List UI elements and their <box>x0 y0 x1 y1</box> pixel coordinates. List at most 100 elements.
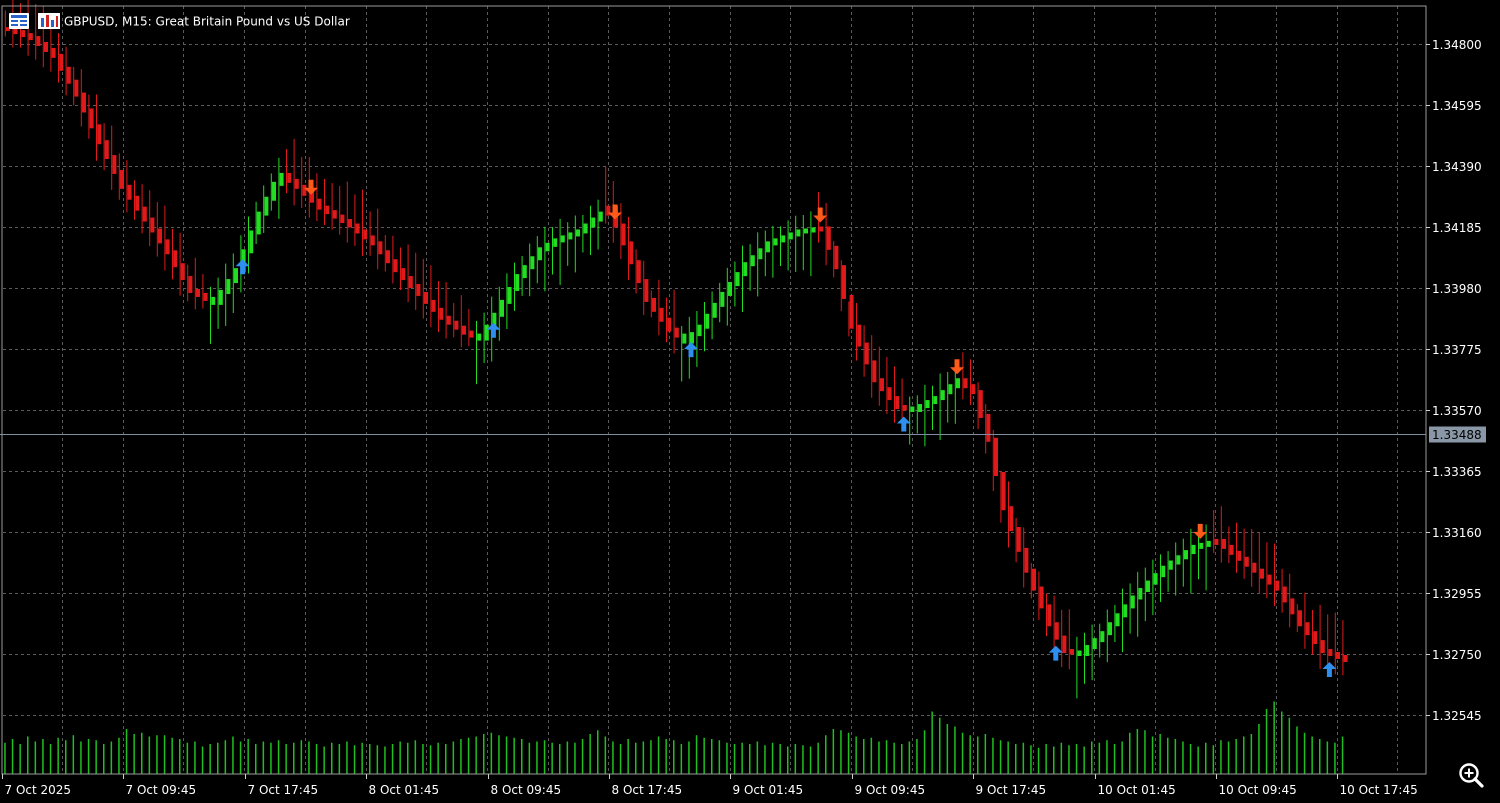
price-tick-label: 1.33980 <box>1432 282 1482 296</box>
trend-segment <box>804 228 808 234</box>
trend-segment <box>1039 586 1044 609</box>
trend-segment <box>629 241 634 265</box>
volume-bar <box>1281 711 1283 774</box>
volume-bar <box>1113 744 1116 774</box>
volume-bar <box>1159 734 1161 774</box>
volume-bar <box>1182 741 1184 774</box>
trend-segment <box>97 124 102 145</box>
trend-segment <box>750 255 755 267</box>
volume-bar <box>870 737 873 774</box>
trend-segment <box>1199 542 1204 549</box>
volume-bar <box>650 740 652 774</box>
volume-bar <box>893 742 895 774</box>
price-tick-label: 1.33775 <box>1432 343 1482 357</box>
price-tick-label: 1.33365 <box>1432 465 1482 479</box>
trend-segment <box>1237 550 1242 561</box>
trend-segment <box>811 227 816 233</box>
volume-bar <box>939 717 941 774</box>
volume-bar <box>1060 742 1063 774</box>
price-tick-label: 1.34390 <box>1432 160 1482 174</box>
volume-bar <box>133 734 135 774</box>
trend-segment <box>1001 471 1006 511</box>
current-price-tag: 1.33488 <box>1429 426 1486 443</box>
trend-segment <box>530 256 535 270</box>
trend-segment <box>735 272 740 287</box>
volume-bar <box>809 746 812 774</box>
volume-bar <box>741 742 743 774</box>
trend-segment <box>1305 622 1310 636</box>
volume-bar <box>787 746 789 774</box>
volume-bar <box>999 740 1002 774</box>
trend-segment <box>1070 649 1074 655</box>
volume-bar <box>885 740 888 774</box>
trend-segment <box>158 228 162 244</box>
volume-bar <box>969 735 971 774</box>
volume-bar <box>878 741 880 774</box>
volume-bar <box>467 737 470 774</box>
volume-bar <box>1334 742 1336 774</box>
trend-segment <box>1054 622 1059 640</box>
volume-bar <box>186 742 189 774</box>
volume-bar <box>72 735 75 774</box>
trend-segment <box>712 302 717 318</box>
volume-bar <box>156 735 158 774</box>
trend-segment <box>690 332 694 344</box>
volume-bar <box>1022 742 1025 774</box>
trend-segment <box>682 333 687 344</box>
trend-segment <box>446 315 451 325</box>
volume-bar <box>277 740 280 774</box>
volume-bar <box>391 744 394 774</box>
trend-segment <box>583 223 588 234</box>
volume-bar <box>779 744 781 774</box>
trend-segment <box>978 390 983 418</box>
volume-bar <box>1235 739 1237 774</box>
trend-segment <box>758 248 763 260</box>
volume-bar <box>635 742 637 774</box>
volume-bar <box>498 735 500 774</box>
volume-bar <box>984 734 987 774</box>
trend-segment <box>424 291 428 304</box>
trend-segment <box>933 396 938 405</box>
trend-segment <box>370 235 375 246</box>
trend-segment <box>89 108 94 129</box>
trend-segment <box>1336 652 1340 659</box>
trend-segment <box>788 232 793 240</box>
volume-bar <box>437 742 439 774</box>
trend-segment <box>1244 556 1249 567</box>
chart-menu-icon[interactable] <box>9 13 29 29</box>
volume-bar <box>680 744 683 774</box>
trend-segment <box>74 79 79 97</box>
volume-bar <box>1243 736 1245 774</box>
volume-bar <box>1030 745 1032 774</box>
trend-segment <box>1313 631 1318 645</box>
volume-bar <box>201 746 204 774</box>
volume-bar <box>566 741 569 774</box>
trend-segment <box>796 229 801 237</box>
volume-bar <box>923 730 926 774</box>
trend-segment <box>302 184 307 196</box>
trend-segment <box>386 250 390 264</box>
price-chart[interactable]: 1.34800 1.34595 1.34390 1.34185 1.33980 1.337… <box>0 0 1500 803</box>
trend-segment <box>948 384 953 395</box>
volume-bar <box>711 739 713 774</box>
trend-segment <box>910 406 915 412</box>
volume-bar <box>1265 709 1268 774</box>
volume-bar <box>1303 732 1306 774</box>
trend-segment <box>781 235 786 243</box>
trend-segment <box>1130 595 1135 609</box>
volume-bar <box>376 745 379 774</box>
trend-segment <box>1077 650 1082 656</box>
time-tick-label: 7 Oct 2025 <box>5 783 72 797</box>
trend-segment <box>925 400 930 409</box>
volume-bar <box>194 741 196 774</box>
trend-segment <box>773 238 778 246</box>
volume-bar <box>331 742 333 774</box>
time-tick-label: 10 Oct 01:45 <box>1098 783 1176 797</box>
volume-bar <box>323 746 325 774</box>
trend-segment <box>150 217 155 233</box>
volume-bar <box>460 739 462 774</box>
trend-segment <box>127 184 132 200</box>
trend-segment <box>705 313 710 329</box>
volume-bar <box>642 741 645 774</box>
volume-bar <box>1053 746 1055 774</box>
